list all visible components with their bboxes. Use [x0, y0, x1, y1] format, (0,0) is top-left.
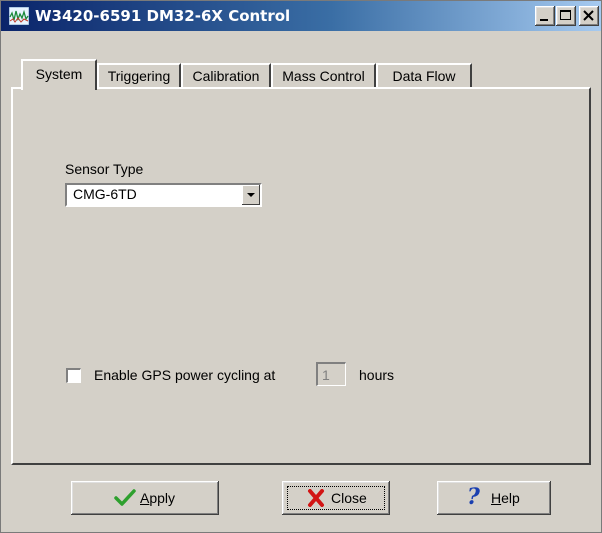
checkmark-icon	[114, 489, 136, 506]
help-label: Help	[491, 490, 520, 506]
window-title: W3420-6591 DM32-6X Control	[35, 7, 291, 25]
gps-power-cycling-label: Enable GPS power cycling at	[94, 367, 276, 383]
maximize-button[interactable]	[556, 6, 576, 26]
waveform-icon	[8, 6, 30, 26]
tab-system[interactable]: System	[21, 59, 97, 90]
question-mark-icon: ?	[467, 484, 480, 510]
close-button[interactable]: Close	[282, 481, 390, 515]
close-icon	[583, 10, 594, 21]
sensor-type-dropdown-button[interactable]	[242, 185, 260, 205]
minimize-icon	[540, 19, 548, 21]
tab-calibration[interactable]: Calibration	[181, 63, 271, 89]
minimize-button[interactable]	[535, 6, 555, 26]
gps-hours-input[interactable]	[316, 362, 346, 386]
chevron-down-icon	[247, 193, 255, 197]
red-x-icon	[308, 489, 324, 507]
sensor-type-select[interactable]: CMG-6TD	[65, 183, 262, 207]
close-window-button[interactable]	[579, 6, 599, 26]
system-tab-panel	[11, 87, 591, 465]
gps-power-cycling-checkbox[interactable]	[66, 368, 81, 383]
tab-data-flow[interactable]: Data Flow	[376, 63, 472, 89]
maximize-icon	[560, 10, 571, 20]
gps-hours-suffix: hours	[359, 367, 395, 383]
title-bar[interactable]: W3420-6591 DM32-6X Control	[1, 1, 601, 31]
help-button[interactable]: ? Help	[437, 481, 551, 515]
tab-mass-control[interactable]: Mass Control	[271, 63, 376, 89]
apply-label: Apply	[140, 490, 176, 506]
close-label: Close	[331, 490, 367, 506]
sensor-type-value: CMG-6TD	[73, 186, 137, 202]
dialog-window: W3420-6591 DM32-6X Control System Trigge…	[0, 0, 602, 533]
sensor-type-label: Sensor Type	[65, 161, 144, 177]
apply-button[interactable]: Apply	[71, 481, 219, 515]
tab-triggering[interactable]: Triggering	[97, 63, 181, 89]
